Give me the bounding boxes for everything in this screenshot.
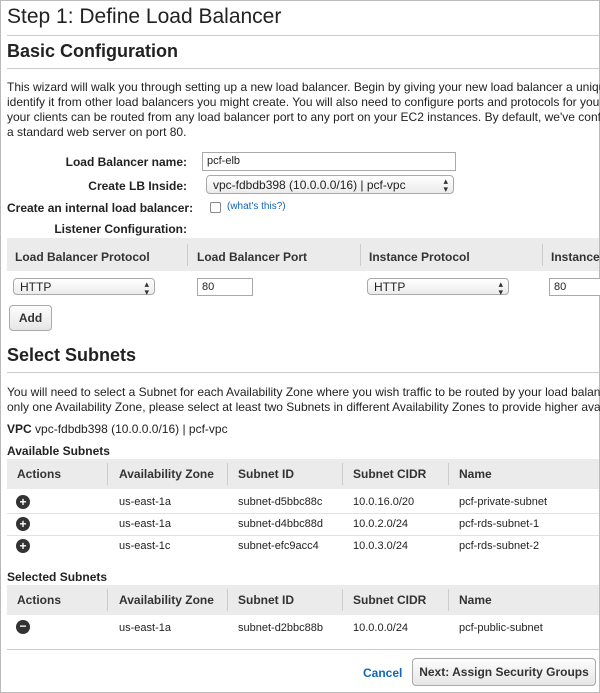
vpc-value: vpc-fdbdb398 (10.0.0.0/16) | pcf-vpc bbox=[35, 422, 228, 436]
next-assign-security-groups-button[interactable]: Next: Assign Security Groups bbox=[412, 658, 596, 686]
header-separator bbox=[107, 589, 108, 611]
vpc-label: VPC bbox=[7, 422, 32, 436]
lb-name-input[interactable]: pcf-elb bbox=[202, 152, 456, 171]
instance-protocol-value: HTTP bbox=[374, 280, 406, 294]
intro-line-4: a standard web server on port 80. bbox=[7, 125, 187, 139]
minus-circle-icon[interactable]: − bbox=[16, 620, 30, 634]
vpc-info: VPC vpc-fdbdb398 (10.0.0.0/16) | pcf-vpc bbox=[7, 422, 228, 436]
plus-circle-icon[interactable]: + bbox=[16, 495, 30, 509]
available-row-2-cidr: 10.0.2.0/24 bbox=[353, 518, 409, 530]
internal-lb-label: Create an internal load balancer: bbox=[7, 201, 194, 215]
lb-protocol-value: HTTP bbox=[20, 280, 52, 294]
header-separator bbox=[107, 463, 108, 485]
col-availability-zone: Availability Zone bbox=[119, 467, 214, 481]
col-lb-port: Load Balancer Port bbox=[197, 250, 308, 264]
lb-port-input[interactable]: 80 bbox=[197, 278, 253, 296]
header-separator bbox=[360, 244, 361, 266]
selected-header-row bbox=[7, 585, 599, 615]
col-name: Name bbox=[459, 593, 492, 607]
available-row-2-zone: us-east-1a bbox=[119, 518, 171, 530]
col-actions: Actions bbox=[17, 467, 62, 481]
basic-divider bbox=[7, 68, 599, 69]
available-row-1-zone: us-east-1a bbox=[119, 496, 171, 508]
selected-row-1-zone: us-east-1a bbox=[119, 622, 171, 634]
header-separator bbox=[227, 463, 228, 485]
header-separator bbox=[448, 463, 449, 485]
vpc-select[interactable]: vpc-fdbdb398 (10.0.0.0/16) | pcf-vpc ▴ ▾ bbox=[206, 175, 454, 194]
available-row-3-id: subnet-efc9acc4 bbox=[238, 540, 319, 552]
header-separator bbox=[542, 244, 543, 266]
internal-lb-checkbox[interactable] bbox=[210, 202, 221, 213]
col-subnet-id: Subnet ID bbox=[238, 593, 294, 607]
intro-line-2: identify it from other load balancers yo… bbox=[7, 95, 600, 109]
header-separator bbox=[448, 589, 449, 611]
available-row-3-cidr: 10.0.3.0/24 bbox=[353, 540, 409, 552]
available-row-3-name: pcf-rds-subnet-2 bbox=[459, 540, 540, 552]
vpc-select-value: vpc-fdbdb398 (10.0.0.0/16) | pcf-vpc bbox=[213, 178, 406, 192]
up-down-arrows-icon: ▴ ▾ bbox=[498, 279, 503, 297]
header-separator bbox=[342, 463, 343, 485]
col-actions: Actions bbox=[17, 593, 62, 607]
selected-row-1-cidr: 10.0.0.0/24 bbox=[353, 622, 409, 634]
selected-subnets-heading: Selected Subnets bbox=[7, 570, 108, 584]
plus-circle-icon[interactable]: + bbox=[16, 539, 30, 553]
listener-config-label: Listener Configuration: bbox=[54, 222, 187, 236]
available-row-3-zone: us-east-1c bbox=[119, 540, 171, 552]
footer-divider bbox=[7, 649, 599, 650]
available-row-1-name: pcf-private-subnet bbox=[459, 496, 548, 508]
instance-port-input[interactable]: 80 bbox=[549, 278, 600, 296]
header-separator bbox=[227, 589, 228, 611]
col-subnet-cidr: Subnet CIDR bbox=[353, 593, 427, 607]
col-lb-protocol: Load Balancer Protocol bbox=[15, 250, 150, 264]
available-header-row bbox=[7, 459, 599, 489]
col-subnet-cidr: Subnet CIDR bbox=[353, 467, 427, 481]
basic-config-heading: Basic Configuration bbox=[7, 41, 179, 61]
whats-this-link[interactable]: (what's this?) bbox=[227, 201, 286, 212]
page-title: Step 1: Define Load Balancer bbox=[7, 5, 282, 28]
subnets-divider bbox=[7, 372, 599, 373]
intro-line-3: your clients can be routed from any load… bbox=[7, 110, 600, 124]
col-instance-protocol: Instance Protocol bbox=[369, 250, 470, 264]
cancel-link[interactable]: Cancel bbox=[363, 666, 402, 680]
row-divider bbox=[7, 513, 599, 514]
select-subnets-heading: Select Subnets bbox=[7, 345, 137, 365]
subnets-intro-line-2: only one Availability Zone, please selec… bbox=[7, 400, 600, 414]
available-row-1-cidr: 10.0.16.0/20 bbox=[353, 496, 415, 508]
instance-protocol-select[interactable]: HTTP ▴ ▾ bbox=[367, 278, 509, 297]
lb-protocol-select[interactable]: HTTP ▴ ▾ bbox=[13, 278, 155, 297]
up-down-arrows-icon: ▴ ▾ bbox=[443, 176, 448, 194]
col-name: Name bbox=[459, 467, 492, 481]
available-subnets-heading: Available Subnets bbox=[7, 444, 110, 458]
available-row-2-id: subnet-d4bbc88d bbox=[238, 518, 324, 530]
col-subnet-id: Subnet ID bbox=[238, 467, 294, 481]
subnets-intro-line-1: You will need to select a Subnet for eac… bbox=[7, 385, 600, 399]
intro-line-1: This wizard will walk you through settin… bbox=[7, 80, 600, 94]
col-instance-port: Instance bbox=[551, 250, 600, 264]
plus-circle-icon[interactable]: + bbox=[16, 517, 30, 531]
up-down-arrows-icon: ▴ ▾ bbox=[144, 279, 149, 297]
add-listener-button[interactable]: Add bbox=[9, 305, 52, 331]
available-row-1-id: subnet-d5bbc88c bbox=[238, 496, 323, 508]
lb-name-label: Load Balancer name: bbox=[65, 155, 187, 169]
col-availability-zone: Availability Zone bbox=[119, 593, 214, 607]
available-row-2-name: pcf-rds-subnet-1 bbox=[459, 518, 540, 530]
title-divider bbox=[7, 35, 599, 36]
header-separator bbox=[342, 589, 343, 611]
header-separator bbox=[187, 244, 188, 266]
row-divider bbox=[7, 535, 599, 536]
create-lb-inside-label: Create LB Inside: bbox=[88, 179, 187, 193]
selected-row-1-name: pcf-public-subnet bbox=[459, 622, 543, 634]
selected-row-1-id: subnet-d2bbc88b bbox=[238, 622, 324, 634]
